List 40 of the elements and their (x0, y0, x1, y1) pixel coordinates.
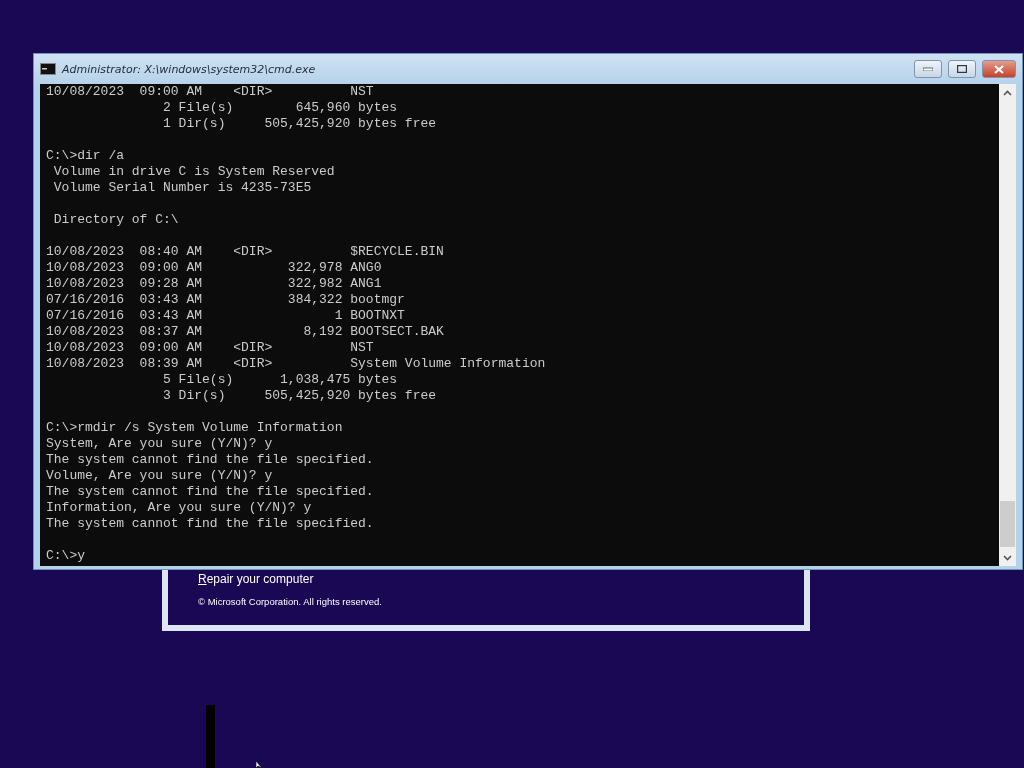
minimize-icon (923, 67, 933, 71)
console-line: 10/08/2023 09:28 AM 322,982 ANG1 (46, 276, 382, 292)
console-line: The system cannot find the file specified. (46, 484, 374, 500)
console-line: 5 File(s) 1,038,475 bytes (162, 372, 398, 388)
console-line: The system cannot find the file specified. (46, 516, 374, 532)
maximize-button[interactable] (948, 60, 976, 78)
console-line: 10/08/2023 09:00 AM 322,978 ANG0 (46, 260, 382, 276)
console-line: 07/16/2016 03:43 AM 384,322 bootmgr (46, 292, 405, 308)
close-icon (994, 64, 1004, 74)
console-line: C:\>rmdir /s System Volume Information (46, 420, 343, 436)
close-button[interactable] (982, 60, 1016, 78)
scroll-thumb[interactable] (1000, 501, 1015, 547)
console-line: C:\>y (46, 548, 85, 564)
pointer-icon (256, 761, 264, 768)
console-line: 3 Dir(s) 505,425,920 bytes free (162, 388, 437, 404)
console-line: 10/08/2023 08:39 AM <DIR> System Volume Information (46, 356, 546, 372)
console-line: 10/08/2023 08:40 AM <DIR> $RECYCLE.BIN (46, 244, 444, 260)
console-line: Volume Serial Number is 4235-73E5 (52, 180, 312, 196)
console-line: Volume in drive C is System Reserved (52, 164, 335, 180)
maximize-icon (957, 65, 967, 73)
console-line: Volume, Are you sure (Y/N)? y (46, 468, 273, 484)
minimize-button[interactable] (914, 60, 942, 78)
console-line: Directory of C:\ (52, 212, 179, 228)
console-line: Information, Are you sure (Y/N)? y (46, 500, 312, 516)
console-line: 10/08/2023 08:37 AM 8,192 BOOTSECT.BAK (46, 324, 444, 340)
cursor-bar (206, 705, 215, 768)
scroll-down-icon[interactable] (1003, 554, 1012, 561)
console-line: C:\>dir /a (46, 148, 124, 164)
console-icon (40, 63, 56, 75)
console-line: 07/16/2016 03:43 AM 1 BOOTNXT (46, 308, 405, 324)
console-line: 2 File(s) 645,960 bytes (162, 100, 398, 116)
console-line: System, Are you sure (Y/N)? y (46, 436, 273, 452)
scroll-up-icon[interactable] (1003, 89, 1012, 96)
console-line: 1 Dir(s) 505,425,920 bytes free (162, 116, 437, 132)
console-line: 10/08/2023 09:00 AM <DIR> NST (46, 340, 374, 356)
copyright-text: © Microsoft Corporation. All rights reserved. (198, 596, 382, 607)
repair-link[interactable]: Repair your computer (198, 572, 314, 586)
console-line: 10/08/2023 09:00 AM <DIR> NST (46, 84, 374, 100)
console-line: The system cannot find the file specified. (46, 452, 374, 468)
window-title: Administrator: X:\windows\system32\cmd.exe (62, 62, 317, 76)
